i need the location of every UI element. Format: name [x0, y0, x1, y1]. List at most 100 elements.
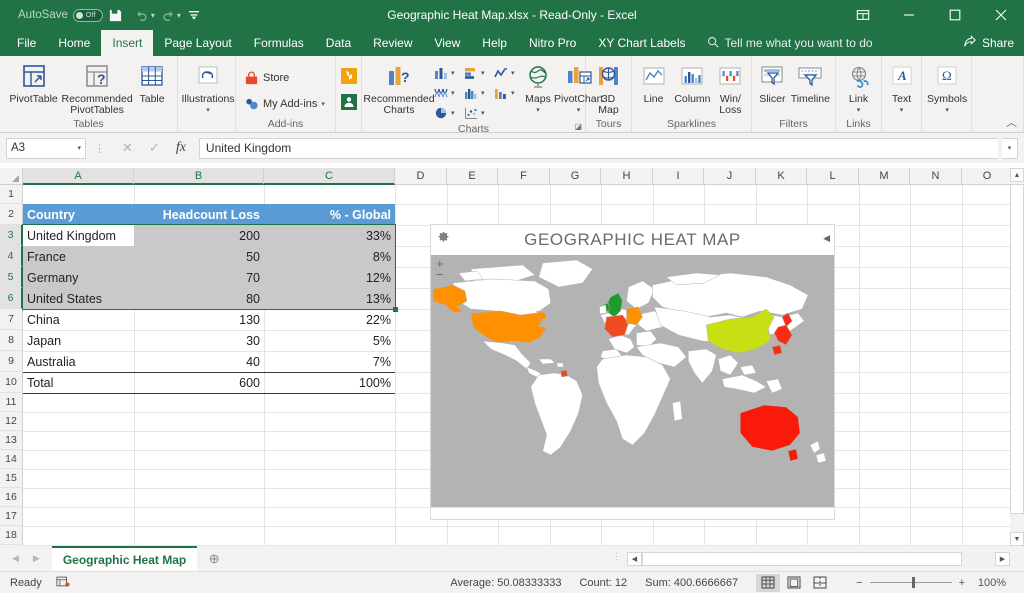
- page-layout-view-icon[interactable]: [782, 574, 806, 592]
- record-macro-icon[interactable]: [42, 575, 70, 591]
- symbols-button[interactable]: Ω Symbols ▾: [926, 59, 968, 114]
- cell-c3[interactable]: 33%: [264, 225, 395, 246]
- column-header-a[interactable]: A: [23, 168, 134, 185]
- formula-bar-handle[interactable]: ⋮: [90, 142, 109, 155]
- cell-a4[interactable]: France: [23, 246, 134, 267]
- column-header-e[interactable]: E: [447, 168, 498, 185]
- tab-nitro-pro[interactable]: Nitro Pro: [518, 30, 587, 56]
- cell-c4[interactable]: 8%: [264, 246, 395, 267]
- cell-b8[interactable]: 30: [134, 330, 264, 351]
- cell-a9[interactable]: Australia: [23, 351, 134, 372]
- column-chart-dropdown-icon[interactable]: ▾: [451, 70, 455, 77]
- zoom-out-button[interactable]: −: [856, 577, 862, 589]
- name-box[interactable]: A3 ▾: [6, 138, 86, 159]
- column-chart-button[interactable]: ▾: [433, 66, 463, 80]
- slicer-button[interactable]: Slicer: [756, 59, 789, 105]
- column-header-f[interactable]: F: [498, 168, 550, 185]
- previous-sheet-icon[interactable]: ◀: [12, 553, 19, 564]
- sparkline-line-button[interactable]: Line: [636, 59, 671, 105]
- column-header-m[interactable]: M: [859, 168, 910, 185]
- recommended-charts-button[interactable]: ? Recommended Charts: [366, 59, 432, 116]
- scatter-chart-button[interactable]: ▾: [463, 106, 493, 120]
- vertical-scroll-thumb[interactable]: [1010, 184, 1024, 514]
- maximize-icon[interactable]: [932, 0, 978, 30]
- my-addins-dropdown-icon[interactable]: ▾: [321, 101, 325, 108]
- row-header-10[interactable]: 10: [0, 372, 23, 393]
- cancel-icon[interactable]: ✕: [122, 140, 133, 156]
- page-break-preview-icon[interactable]: [808, 574, 832, 592]
- column-header-h[interactable]: H: [601, 168, 653, 185]
- zoom-percentage[interactable]: 100%: [972, 577, 1006, 589]
- tab-data[interactable]: Data: [315, 30, 362, 56]
- sparkline-winloss-button[interactable]: Win/ Loss: [714, 59, 747, 116]
- illustrations-button[interactable]: Illustrations ▾: [182, 59, 234, 114]
- pie-chart-button[interactable]: ▾: [433, 106, 463, 120]
- 3d-map-button[interactable]: 3D Map: [590, 59, 627, 116]
- cell-b5[interactable]: 70: [134, 267, 264, 288]
- selection-fill-handle[interactable]: [393, 307, 398, 312]
- status-sum[interactable]: Sum: 400.6666667: [645, 577, 738, 589]
- name-box-dropdown-icon[interactable]: ▾: [77, 144, 81, 152]
- cell-c5[interactable]: 12%: [264, 267, 395, 288]
- status-count[interactable]: Count: 12: [579, 577, 627, 589]
- line-chart-dropdown-icon[interactable]: ▾: [511, 70, 515, 77]
- link-button[interactable]: Link ▾: [840, 59, 877, 114]
- row-header-18[interactable]: 18: [0, 526, 23, 545]
- scroll-down-icon[interactable]: ▼: [1010, 532, 1024, 546]
- waterfall-chart-dropdown-icon[interactable]: ▾: [451, 90, 455, 97]
- column-header-n[interactable]: N: [910, 168, 962, 185]
- row-header-14[interactable]: 14: [0, 450, 23, 469]
- tab-file[interactable]: File: [6, 30, 47, 56]
- bar-chart-button[interactable]: ▾: [463, 66, 493, 80]
- normal-view-icon[interactable]: [756, 574, 780, 592]
- zoom-in-button[interactable]: +: [959, 577, 965, 589]
- column-header-j[interactable]: J: [704, 168, 756, 185]
- row-header-2[interactable]: 2: [0, 204, 23, 225]
- row-header-8[interactable]: 8: [0, 330, 23, 351]
- save-icon[interactable]: [103, 3, 129, 27]
- share-button[interactable]: Share: [963, 30, 1014, 56]
- sparkline-column-button[interactable]: Column: [672, 59, 713, 105]
- stock-chart-dropdown-icon[interactable]: ▾: [511, 90, 515, 97]
- recommended-pivottables-button[interactable]: ? Recommended PivotTables: [64, 59, 130, 116]
- collapse-panel-icon[interactable]: ◀: [823, 233, 830, 244]
- tab-page-layout[interactable]: Page Layout: [153, 30, 242, 56]
- row-header-13[interactable]: 13: [0, 431, 23, 450]
- zoom-slider-thumb[interactable]: [912, 577, 915, 588]
- collapse-ribbon-icon[interactable]: ︿: [1006, 114, 1017, 130]
- symbols-dropdown-icon[interactable]: ▾: [945, 107, 949, 114]
- expand-formula-bar-icon[interactable]: ▾: [1002, 138, 1018, 159]
- cell-b7[interactable]: 130: [134, 309, 264, 330]
- row-header-5[interactable]: 5: [0, 267, 23, 288]
- map-zoom-out-button[interactable]: −: [436, 269, 444, 280]
- column-header-c[interactable]: C: [264, 168, 395, 185]
- row-header-11[interactable]: 11: [0, 393, 23, 412]
- store-button[interactable]: Store: [240, 68, 292, 88]
- cell-c9[interactable]: 7%: [264, 351, 395, 372]
- row-header-3[interactable]: 3: [0, 225, 23, 246]
- cell-b3[interactable]: 200: [134, 225, 264, 246]
- autosave-control[interactable]: AutoSave Off: [18, 9, 103, 22]
- add-sheet-icon[interactable]: ⊕: [197, 551, 231, 567]
- column-header-l[interactable]: L: [807, 168, 859, 185]
- row-header-15[interactable]: 15: [0, 469, 23, 488]
- cell-a3[interactable]: United Kingdom: [23, 225, 134, 246]
- pivottable-button[interactable]: PivotTable: [4, 59, 63, 105]
- autosave-toggle[interactable]: Off: [73, 9, 103, 22]
- select-all-corner[interactable]: [0, 168, 23, 185]
- row-header-7[interactable]: 7: [0, 309, 23, 330]
- cell-a7[interactable]: China: [23, 309, 134, 330]
- timeline-button[interactable]: Timeline: [790, 59, 831, 105]
- cell-b4[interactable]: 50: [134, 246, 264, 267]
- cell-b10[interactable]: 600: [134, 372, 264, 393]
- scroll-up-icon[interactable]: ▲: [1010, 168, 1024, 182]
- scroll-right-icon[interactable]: ▶: [995, 552, 1010, 566]
- cell-b2[interactable]: Headcount Loss: [134, 204, 264, 225]
- cell-a10[interactable]: Total: [23, 372, 134, 393]
- row-header-12[interactable]: 12: [0, 412, 23, 431]
- column-header-o[interactable]: O: [962, 168, 1013, 185]
- minimize-icon[interactable]: [886, 0, 932, 30]
- column-header-d[interactable]: D: [395, 168, 447, 185]
- histogram-chart-button[interactable]: ▾: [463, 86, 493, 100]
- cell-a5[interactable]: Germany: [23, 267, 134, 288]
